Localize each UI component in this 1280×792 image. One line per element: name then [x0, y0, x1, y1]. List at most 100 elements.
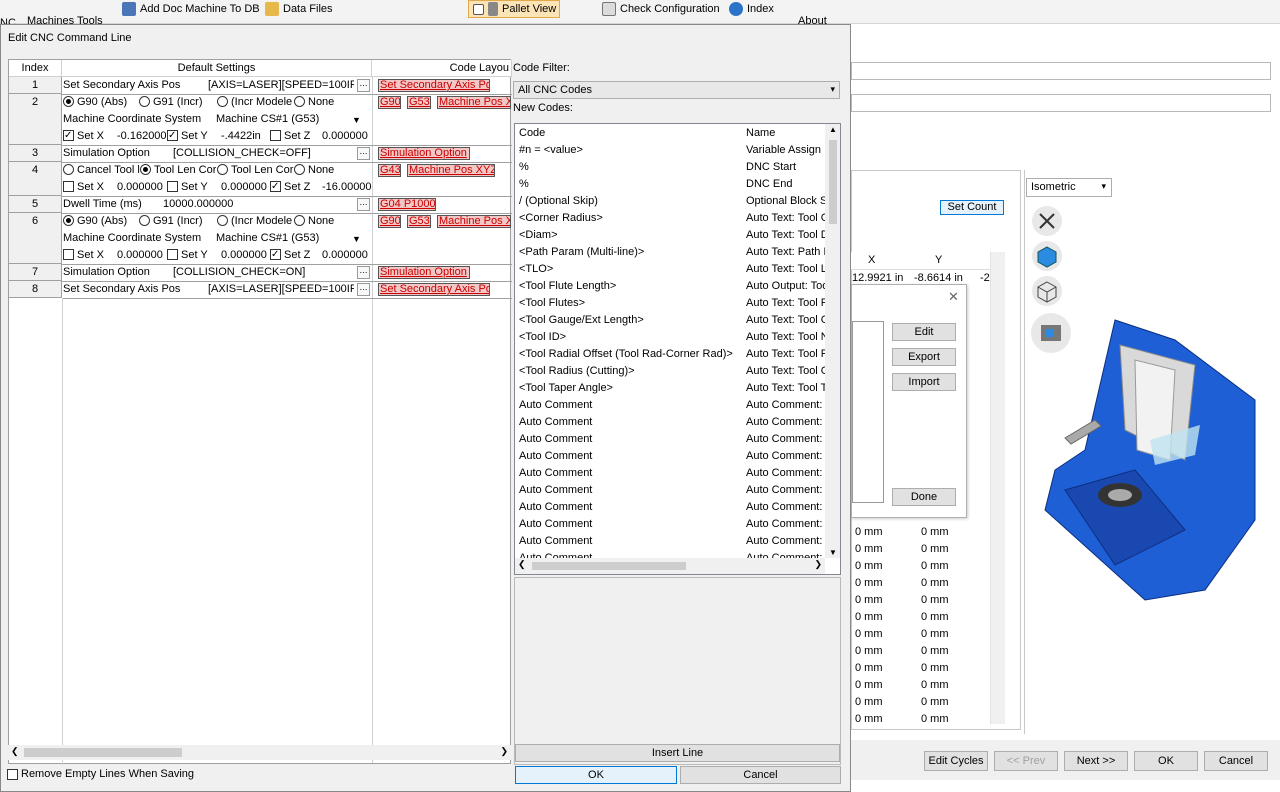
machine-view-icon[interactable] — [1031, 313, 1071, 353]
setting-value[interactable]: [COLLISION_CHECK=OFF] — [173, 145, 353, 162]
set-count-button[interactable]: Set Count — [940, 200, 1004, 215]
setting-value[interactable]: [AXIS=LASER][SPEED=100IPM][ — [208, 281, 354, 298]
row-index[interactable]: 6 — [9, 213, 62, 264]
secondary-list[interactable] — [852, 321, 884, 503]
list-item[interactable]: Auto Comment — [519, 433, 592, 450]
close-icon[interactable]: ✕ — [948, 289, 959, 305]
row-index[interactable]: 2 — [9, 94, 62, 145]
toolbar-check-configuration[interactable]: Check Configuration — [602, 0, 720, 18]
list-item[interactable]: Auto Comment — [519, 467, 592, 484]
ok-button[interactable]: OK — [515, 766, 677, 784]
list-item-name[interactable]: Auto Comment: — [746, 399, 826, 411]
radio-tool-len-cor-2[interactable]: Tool Len Cor — [217, 162, 295, 179]
list-item[interactable]: <Tool ID> — [519, 331, 566, 348]
row-index[interactable]: 4 — [9, 162, 62, 196]
set-y-value[interactable]: 0.000000 — [221, 179, 271, 196]
list-item[interactable]: / (Optional Skip) — [519, 195, 598, 212]
scroll-right-icon[interactable]: ❯ — [814, 559, 822, 570]
cancel-button[interactable]: Cancel — [680, 766, 841, 784]
list-item-name[interactable]: Variable Assign — [746, 144, 826, 156]
list-item[interactable]: <Tool Gauge/Ext Length> — [519, 314, 644, 331]
setting-value[interactable]: [COLLISION_CHECK=ON] — [173, 264, 353, 281]
code-tag[interactable]: Machine Pos X — [437, 215, 511, 228]
radio-none[interactable]: None — [294, 94, 354, 111]
row-index[interactable]: 1 — [9, 77, 62, 94]
3d-viewport[interactable] — [1024, 170, 1280, 734]
edit-cycles-button[interactable]: Edit Cycles — [924, 751, 988, 771]
fit-view-icon[interactable] — [1032, 206, 1062, 236]
checkbox-set-z[interactable]: Set Z — [270, 247, 322, 264]
done-button[interactable]: Done — [892, 488, 956, 506]
radio-g91[interactable]: G91 (Incr) — [139, 213, 209, 230]
new-codes-list[interactable]: Code Name #n = <value> Variable Assign% DN… — [514, 123, 841, 575]
list-item[interactable]: <Tool Flute Length> — [519, 280, 616, 297]
row-index[interactable]: 7 — [9, 264, 62, 281]
checkbox-set-x[interactable]: Set X — [63, 179, 115, 196]
insert-line-button[interactable]: Insert Line — [515, 744, 840, 762]
radio-none[interactable]: None — [294, 162, 354, 179]
mcs-select[interactable]: Machine CS#1 (G53) — [216, 230, 336, 247]
list-item[interactable]: #n = <value> — [519, 144, 583, 161]
radio-incr-modele[interactable]: (Incr Modele — [217, 94, 300, 111]
list-item-name[interactable]: Auto Text: Tool T — [746, 382, 826, 394]
shaded-cube-icon[interactable] — [1032, 241, 1062, 271]
list-item-name[interactable]: Auto Comment: — [746, 416, 826, 428]
code-tag[interactable]: Simulation Option — [378, 147, 470, 160]
toolbar-data-files[interactable]: Data Files — [265, 0, 333, 18]
set-z-value[interactable]: -16.000000 — [322, 179, 372, 196]
list-header-name[interactable]: Name — [746, 127, 826, 139]
edit-value-icon[interactable]: ⋯ — [357, 198, 370, 211]
background-cancel-button[interactable]: Cancel — [1204, 751, 1268, 771]
list-item-name[interactable]: DNC End — [746, 178, 826, 190]
list-item[interactable]: Auto Comment — [519, 501, 592, 518]
list-item[interactable]: Auto Comment — [519, 416, 592, 433]
toolbar-add-doc-machine[interactable]: Add Doc Machine To DB — [122, 0, 260, 18]
code-tag[interactable]: G53 — [407, 96, 431, 109]
edit-value-icon[interactable]: ⋯ — [357, 283, 370, 296]
set-x-value[interactable]: 0.000000 — [117, 247, 169, 264]
list-item[interactable]: Auto Comment — [519, 484, 592, 501]
scroll-thumb[interactable] — [829, 140, 837, 224]
list-item[interactable]: <Tool Radius (Cutting)> — [519, 365, 635, 382]
dropdown-arrow-icon[interactable]: ▼ — [352, 234, 361, 244]
set-y-value[interactable]: -.4422in — [221, 128, 271, 145]
radio-g91[interactable]: G91 (Incr) — [139, 94, 209, 111]
scroll-left-icon[interactable]: ❮ — [518, 559, 526, 570]
radio-cancel-tool[interactable]: Cancel Tool l — [63, 162, 141, 179]
list-item[interactable]: <Tool Taper Angle> — [519, 382, 613, 399]
list-item-name[interactable]: Auto Comment: — [746, 484, 826, 496]
checkbox-set-y[interactable]: Set Y — [167, 247, 219, 264]
wireframe-cube-icon[interactable] — [1032, 276, 1062, 306]
export-button[interactable]: Export — [892, 348, 956, 366]
list-item[interactable]: <Tool Radial Offset (Tool Rad-Corner Rad… — [519, 348, 733, 365]
list-item[interactable]: <TLO> — [519, 263, 553, 280]
code-tag[interactable]: Machine Pos X — [437, 96, 511, 109]
code-filter-select[interactable]: All CNC Codes ▾ — [513, 81, 840, 99]
setting-value[interactable]: 10000.000000 — [163, 196, 343, 213]
background-ok-button[interactable]: OK — [1134, 751, 1198, 771]
edit-value-icon[interactable]: ⋯ — [357, 266, 370, 279]
set-x-value[interactable]: -0.162000i — [117, 128, 169, 145]
code-tag[interactable]: Simulation Option — [378, 266, 470, 279]
code-tag[interactable]: G53 — [407, 215, 431, 228]
code-tag[interactable]: G90 — [378, 96, 401, 109]
code-tag[interactable]: G04 P10000 — [378, 198, 436, 211]
list-item-name[interactable]: Auto Comment: — [746, 450, 826, 462]
list-item[interactable]: Auto Comment — [519, 518, 592, 535]
list-item[interactable]: <Tool Flutes> — [519, 297, 585, 314]
code-tag[interactable]: Set Secondary Axis Pos — [378, 79, 490, 92]
checkbox-set-x[interactable]: Set X — [63, 128, 115, 145]
list-item-name[interactable]: Auto Output: Too — [746, 280, 826, 292]
dropdown-arrow-icon[interactable]: ▼ — [352, 115, 361, 125]
toolbar-pallet-view[interactable]: Pallet View — [468, 0, 560, 18]
radio-none[interactable]: None — [294, 213, 354, 230]
list-item-name[interactable]: Auto Text: Tool C — [746, 212, 826, 224]
toolbar-index[interactable]: Index — [729, 0, 774, 18]
list-item[interactable]: <Corner Radius> — [519, 212, 603, 229]
row-index[interactable]: 8 — [9, 281, 62, 298]
grid-horizontal-scrollbar[interactable]: ❮ ❯ — [8, 745, 511, 760]
list-item[interactable]: % — [519, 161, 529, 178]
list-item-name[interactable]: Auto Text: Tool N — [746, 331, 826, 343]
set-z-value[interactable]: 0.000000 — [322, 247, 372, 264]
list-item-name[interactable]: Auto Text: Tool F — [746, 297, 826, 309]
